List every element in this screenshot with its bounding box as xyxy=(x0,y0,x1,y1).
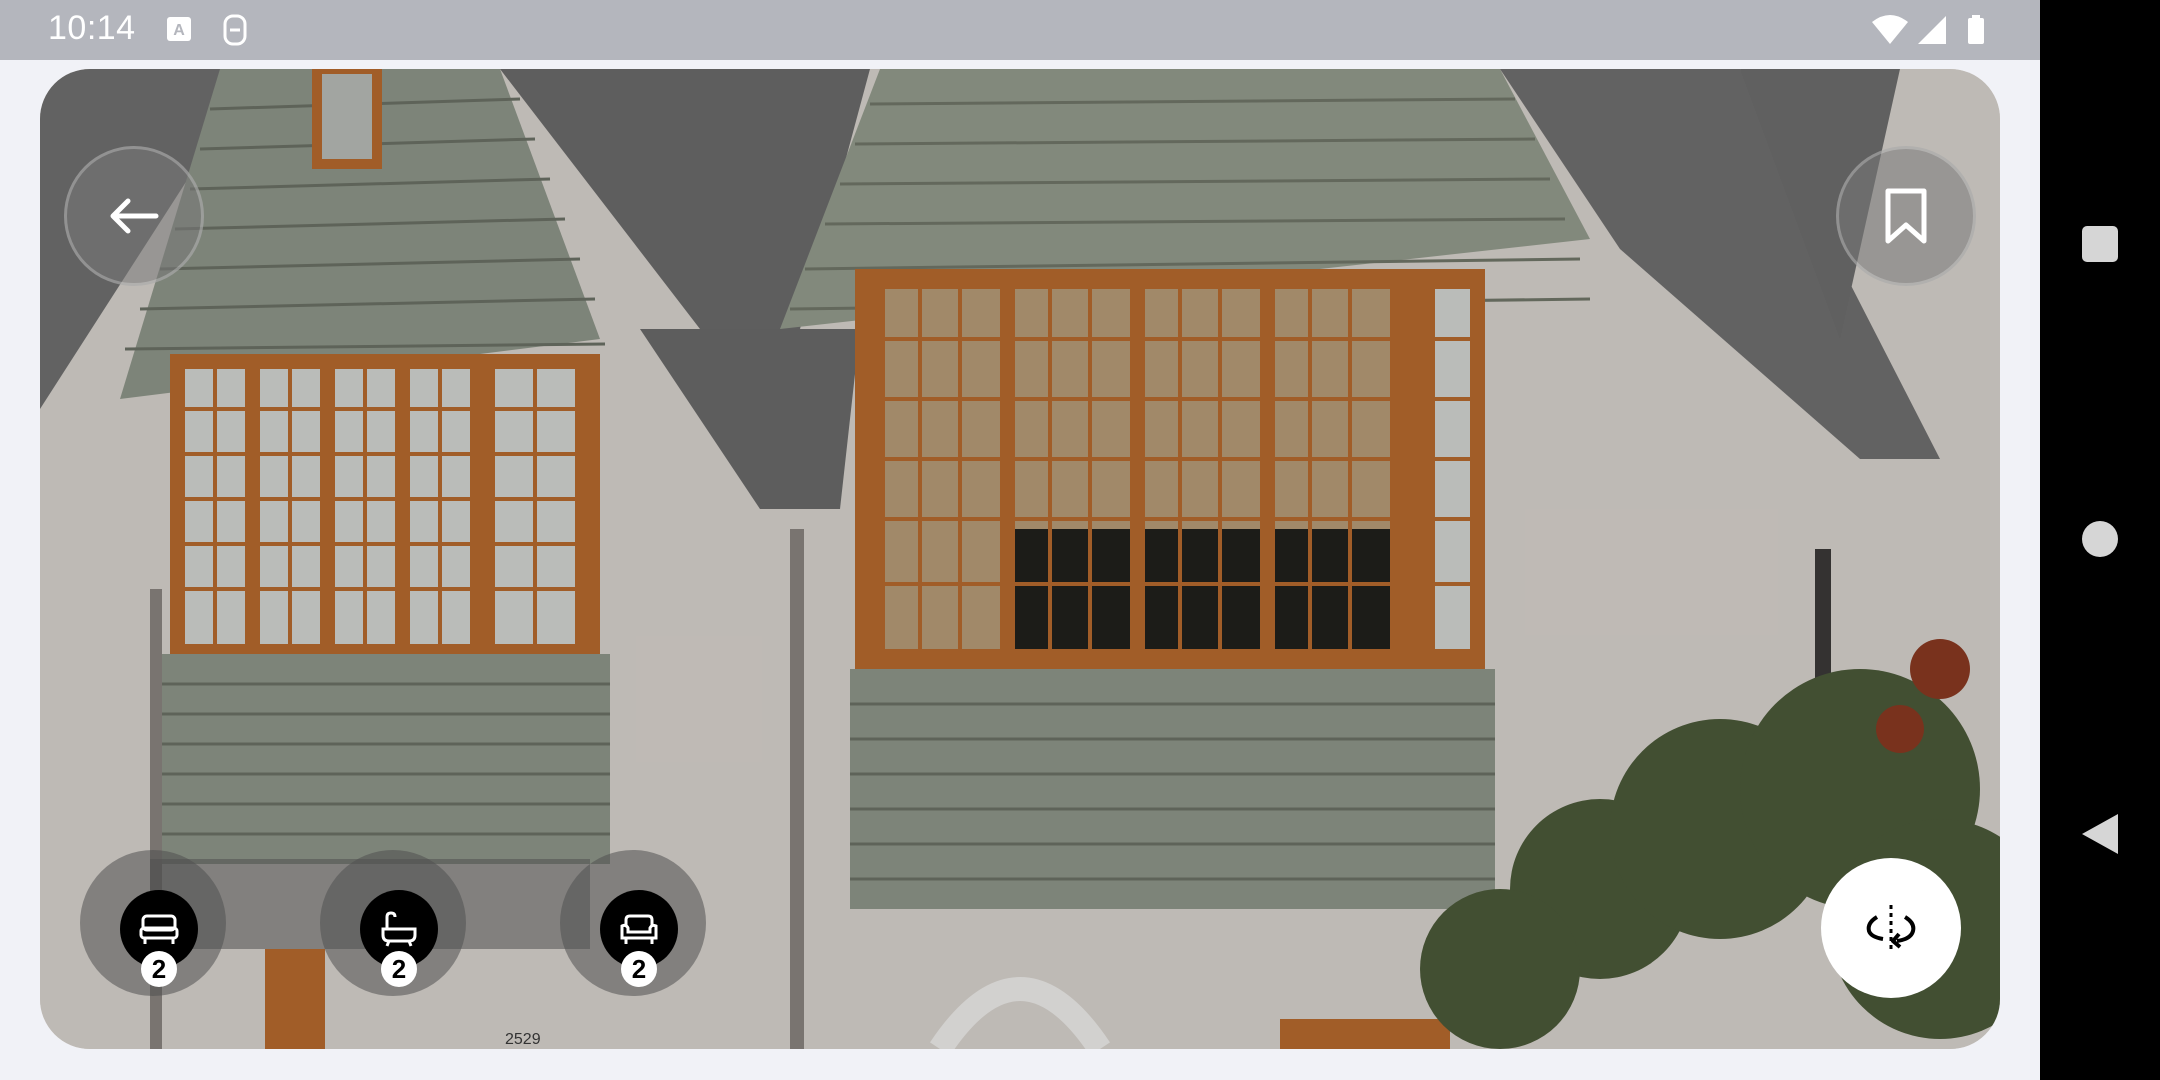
rotate-360-icon xyxy=(1866,905,1916,949)
status-time: 10:14 xyxy=(48,9,136,47)
arrow-left-icon xyxy=(110,198,159,234)
bookmark-icon xyxy=(1885,188,1927,244)
signal-icon xyxy=(1918,16,1946,44)
battery-icon xyxy=(1968,15,1984,44)
sim-toolkit-icon xyxy=(223,14,247,46)
home-button[interactable] xyxy=(2082,521,2118,557)
bathroom-count: 2 xyxy=(381,951,417,987)
house-number: 2529 xyxy=(505,1031,541,1048)
nav-back-button[interactable] xyxy=(2080,812,2120,856)
status-bar: 10:14 A xyxy=(0,0,2040,60)
wifi-icon xyxy=(1872,15,1908,44)
navigation-bar xyxy=(2040,0,2160,1080)
property-photo[interactable]: 2529 2 2 2 xyxy=(40,69,2000,1049)
bedroom-count: 2 xyxy=(141,951,177,987)
recents-button[interactable] xyxy=(2082,226,2118,262)
view-360-button[interactable] xyxy=(1821,858,1961,998)
back-button[interactable] xyxy=(64,146,204,286)
svg-text:A: A xyxy=(173,22,185,39)
status-right-icons xyxy=(1872,15,1984,44)
text-a-icon: A xyxy=(167,17,191,41)
bookmark-button[interactable] xyxy=(1836,146,1976,286)
living-room-count: 2 xyxy=(621,951,657,987)
